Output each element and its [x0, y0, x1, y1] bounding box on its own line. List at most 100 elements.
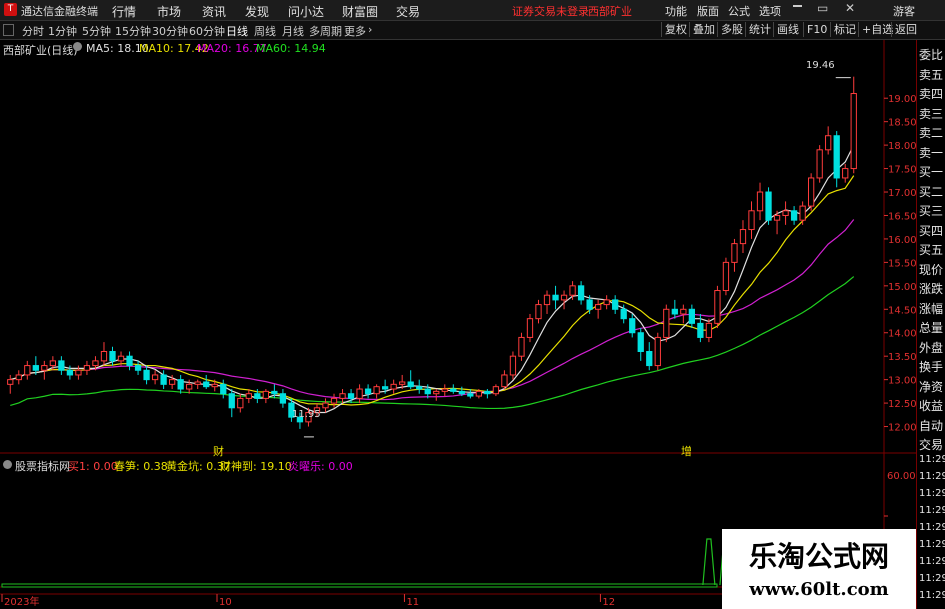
candle-body — [807, 177, 815, 207]
menu-wenxiaoda[interactable]: 问小达 — [288, 3, 324, 20]
menu-caifuquan[interactable]: 财富圈 — [342, 3, 378, 20]
sub-settings-icon[interactable] — [3, 460, 12, 469]
menu-shichang[interactable]: 市场 — [157, 3, 181, 20]
event-zeng-marker[interactable]: 增 — [681, 443, 692, 459]
quote-field-label: 卖三 — [919, 106, 944, 121]
title-bar: T 通达信金融终端 行情 市场 资讯 发现 问小达 财富圈 交易 证券交易未登录… — [0, 0, 945, 21]
menu-xuanxiang[interactable]: 选项 — [759, 3, 781, 19]
candle-body — [637, 332, 644, 353]
close-icon[interactable]: ✕ — [845, 1, 855, 15]
quote-field-label: 委比 — [919, 48, 944, 62]
y-tick-label: 19.00 — [888, 94, 916, 105]
candle-body — [271, 390, 278, 395]
candle-body — [433, 390, 440, 395]
candle-body — [739, 229, 747, 245]
btn-fanhui[interactable]: 返回 — [891, 22, 920, 37]
restore-icon[interactable]: ▭ — [817, 1, 828, 15]
btn-duogu[interactable]: 多股 — [717, 22, 746, 37]
y-tick-label: 18.00 — [888, 141, 916, 152]
candle-body — [842, 168, 849, 179]
candle-body — [688, 308, 696, 324]
period-multi[interactable]: 多周期 — [309, 23, 342, 39]
watermark-url: www.60lt.com — [749, 579, 889, 600]
candle-body — [577, 285, 585, 301]
y-tick-label: 16.50 — [888, 211, 916, 222]
period-1min[interactable]: 1分钟 — [48, 23, 77, 39]
candle-body — [560, 294, 568, 301]
candle-body — [646, 351, 653, 367]
candle-body — [850, 93, 857, 170]
candle-body — [151, 374, 159, 381]
candle-body — [526, 318, 534, 338]
quote-field-label: 买一 — [919, 165, 944, 179]
period-weekly[interactable]: 周线 — [254, 23, 276, 39]
btn-tongji[interactable]: 统计 — [745, 22, 774, 37]
menu-hangqing[interactable]: 行情 — [112, 3, 136, 20]
candle-body — [765, 191, 772, 221]
candle-body — [381, 386, 389, 390]
btn-biaoji[interactable]: 标记 — [830, 22, 859, 37]
period-5min[interactable]: 5分钟 — [82, 23, 111, 39]
y-tick-label: 15.50 — [888, 258, 916, 269]
more-chevron-icon[interactable]: › — [368, 23, 372, 36]
login-status[interactable]: 证券交易未登录 — [512, 3, 589, 19]
period-15min[interactable]: 15分钟 — [115, 23, 151, 39]
y-tick-label: 12.50 — [888, 399, 916, 410]
menu-zixun[interactable]: 资讯 — [202, 3, 226, 20]
candle-body — [663, 308, 670, 338]
candle-body — [705, 322, 713, 338]
quote-field-label[interactable]: 交易 — [919, 436, 943, 453]
y-tick-label: 17.50 — [888, 165, 916, 176]
candle-body — [484, 390, 491, 395]
period-fenshi[interactable]: 分时 — [22, 23, 44, 39]
tick-time: 11:29 — [919, 505, 945, 516]
menu-gongneng[interactable]: 功能 — [665, 3, 687, 19]
panel-toggle-icon[interactable] — [3, 24, 14, 36]
candle-body — [100, 351, 108, 362]
btn-huaxian[interactable]: 画线 — [773, 22, 802, 37]
minimize-icon[interactable] — [793, 5, 802, 7]
candle-body — [833, 135, 840, 179]
period-monthly[interactable]: 月线 — [282, 23, 304, 39]
quote-field-label: 换手 — [919, 360, 944, 374]
menu-faxian[interactable]: 发现 — [245, 3, 269, 20]
quote-field-label: 买三 — [919, 204, 944, 218]
y-tick-label: 14.50 — [888, 305, 916, 316]
candle-body — [748, 210, 755, 231]
quote-field-label[interactable]: 自动 — [919, 417, 943, 434]
candle-body — [279, 393, 287, 404]
candle-body — [41, 365, 48, 371]
x-tick-label: 11 — [406, 597, 419, 608]
user-label[interactable]: 游客 — [893, 3, 915, 19]
quote-field-label: 卖四 — [919, 87, 944, 101]
price-chart[interactable]: 12.00 12.50 13.00 13.50 14.00 14.50 15.00 15.50… — [0, 40, 916, 609]
app-logo-icon: T — [4, 3, 17, 16]
btn-diejia[interactable]: 叠加 — [689, 22, 718, 37]
candle-body — [492, 386, 500, 395]
menu-banmian[interactable]: 版面 — [697, 3, 719, 19]
candle-body — [203, 381, 210, 388]
period-30min[interactable]: 30分钟 — [152, 23, 188, 39]
period-60min[interactable]: 60分钟 — [189, 23, 225, 39]
period-daily[interactable]: 日线 — [226, 23, 248, 39]
menu-jiaoyi[interactable]: 交易 — [396, 3, 420, 20]
period-toolbar: 分时 1分钟 5分钟 15分钟 30分钟 60分钟 日线 周线 月线 多周期 更… — [0, 21, 945, 40]
candle-body — [450, 388, 457, 392]
quote-field-label: 卖五 — [919, 67, 944, 82]
y-tick-label: 16.00 — [888, 235, 916, 246]
candle-body — [518, 336, 525, 357]
candle-body — [475, 390, 483, 397]
ma20-line — [10, 219, 855, 401]
candle-body — [501, 374, 508, 388]
candle-body — [612, 299, 619, 310]
candle-body — [399, 381, 406, 385]
x-tick-label: 10 — [219, 597, 232, 608]
event-cai-marker[interactable]: 财 — [213, 443, 224, 459]
period-more[interactable]: 更多 — [344, 23, 366, 39]
tick-time: 11:29 — [919, 522, 945, 533]
btn-f10[interactable]: F10 — [803, 22, 830, 37]
btn-fuquan[interactable]: 复权 — [661, 22, 690, 37]
sub-yanyaole-label: 炎曜乐: 0.00 — [288, 460, 353, 473]
menu-gongshi[interactable]: 公式 — [728, 3, 750, 19]
candle-body — [535, 304, 542, 320]
